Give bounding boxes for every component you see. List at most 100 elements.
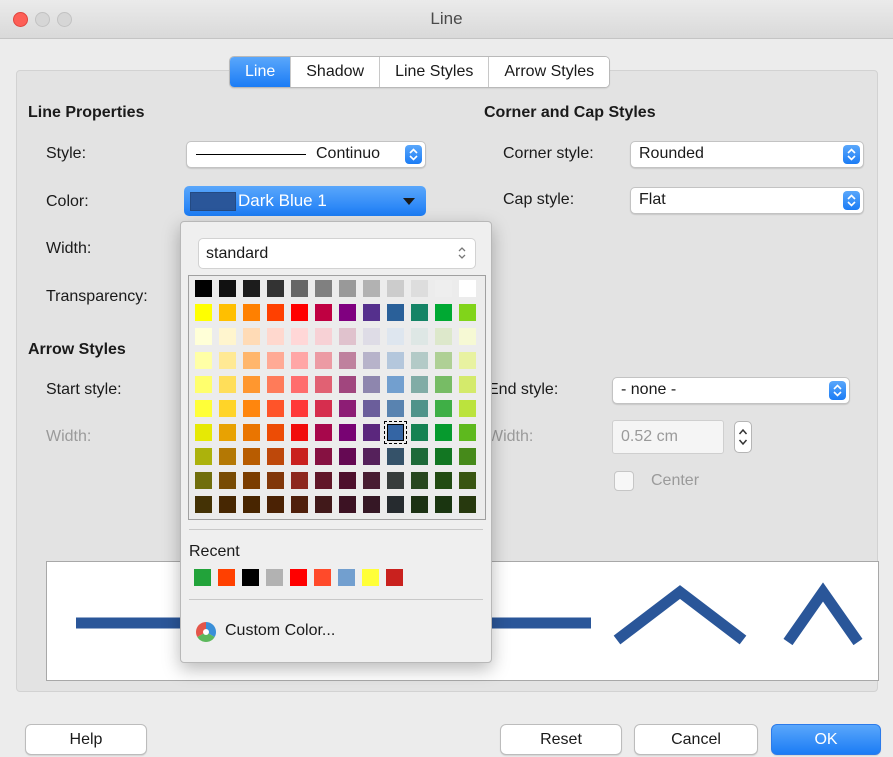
color-swatch-cell[interactable] (459, 304, 476, 321)
color-swatch-cell[interactable] (339, 352, 356, 369)
color-swatch-cell[interactable] (315, 472, 332, 489)
color-swatch-cell[interactable] (219, 328, 236, 345)
color-swatch-cell[interactable] (339, 496, 356, 513)
tab-line-styles[interactable]: Line Styles (380, 57, 490, 87)
color-swatch-cell[interactable] (339, 424, 356, 441)
color-swatch-cell[interactable] (315, 280, 332, 297)
reset-button[interactable]: Reset (500, 724, 622, 755)
color-swatch-cell[interactable] (363, 448, 380, 465)
color-swatch-cell[interactable] (339, 472, 356, 489)
color-swatch-cell[interactable] (339, 328, 356, 345)
color-swatch-cell[interactable] (435, 400, 452, 417)
recent-color-swatch[interactable] (290, 569, 307, 586)
center-checkbox[interactable] (614, 471, 634, 491)
color-swatch-cell[interactable] (267, 496, 284, 513)
color-swatch-cell[interactable] (459, 448, 476, 465)
color-swatch-cell[interactable] (339, 304, 356, 321)
color-swatch-cell[interactable] (435, 280, 452, 297)
color-swatch-cell[interactable] (459, 424, 476, 441)
color-swatch-cell[interactable] (243, 448, 260, 465)
color-swatch-cell[interactable] (363, 424, 380, 441)
color-swatch-cell[interactable] (411, 472, 428, 489)
color-swatch-cell[interactable] (315, 448, 332, 465)
color-swatch-cell[interactable] (459, 328, 476, 345)
color-swatch-cell[interactable] (315, 328, 332, 345)
color-swatch-cell[interactable] (363, 280, 380, 297)
tab-shadow[interactable]: Shadow (291, 57, 381, 87)
help-button[interactable]: Help (25, 724, 147, 755)
color-swatch-cell[interactable] (315, 304, 332, 321)
color-swatch-cell[interactable] (411, 304, 428, 321)
ok-button[interactable]: OK (771, 724, 881, 755)
color-swatch-cell[interactable] (219, 400, 236, 417)
corner-style-select[interactable]: Rounded (630, 141, 864, 168)
color-swatch-cell[interactable] (363, 472, 380, 489)
color-swatch-cell[interactable] (219, 376, 236, 393)
color-swatch-cell[interactable] (387, 448, 404, 465)
color-swatch-cell[interactable] (363, 496, 380, 513)
recent-color-swatch[interactable] (338, 569, 355, 586)
color-swatch-cell[interactable] (291, 496, 308, 513)
color-swatch-cell[interactable] (387, 472, 404, 489)
color-swatch-cell[interactable] (387, 400, 404, 417)
recent-color-swatch[interactable] (242, 569, 259, 586)
color-swatch-cell[interactable] (387, 352, 404, 369)
color-swatch-cell[interactable] (267, 448, 284, 465)
style-select[interactable]: Continuo (186, 141, 426, 168)
color-swatch-cell[interactable] (219, 280, 236, 297)
end-style-select[interactable]: - none - (612, 377, 850, 404)
color-swatch-cell[interactable] (315, 424, 332, 441)
color-swatch-cell[interactable] (291, 304, 308, 321)
color-swatch-cell[interactable] (243, 424, 260, 441)
color-swatch-cell[interactable] (459, 280, 476, 297)
color-swatch-cell[interactable] (243, 304, 260, 321)
color-swatch-cell[interactable] (411, 328, 428, 345)
color-swatch-cell[interactable] (195, 424, 212, 441)
color-swatch-cell[interactable] (219, 472, 236, 489)
palette-select[interactable]: standard (198, 238, 476, 269)
color-swatch-cell[interactable] (411, 424, 428, 441)
recent-color-swatch[interactable] (314, 569, 331, 586)
color-swatch-cell[interactable] (219, 424, 236, 441)
color-swatch-cell[interactable] (339, 376, 356, 393)
color-swatch-cell[interactable] (291, 280, 308, 297)
recent-color-swatch[interactable] (386, 569, 403, 586)
recent-color-swatch[interactable] (194, 569, 211, 586)
color-swatch-cell[interactable] (387, 496, 404, 513)
color-swatch-cell[interactable] (315, 376, 332, 393)
color-swatch-cell[interactable] (315, 496, 332, 513)
color-swatch-cell[interactable] (459, 496, 476, 513)
color-swatch-cell[interactable] (291, 472, 308, 489)
color-swatch-cell[interactable] (339, 400, 356, 417)
color-swatch-cell[interactable] (339, 280, 356, 297)
color-swatch-cell[interactable] (363, 400, 380, 417)
color-swatch-cell[interactable] (435, 448, 452, 465)
color-swatch-cell[interactable] (195, 472, 212, 489)
color-swatch-cell[interactable] (435, 328, 452, 345)
color-swatch-cell[interactable] (459, 352, 476, 369)
color-swatch-cell[interactable] (267, 280, 284, 297)
color-swatch-cell[interactable] (195, 376, 212, 393)
color-swatch-cell[interactable] (384, 421, 407, 444)
color-swatch-cell[interactable] (291, 424, 308, 441)
color-swatch-cell[interactable] (267, 352, 284, 369)
tab-arrow-styles[interactable]: Arrow Styles (489, 57, 610, 87)
color-swatch-cell[interactable] (243, 280, 260, 297)
color-swatch-cell[interactable] (459, 472, 476, 489)
color-swatch-cell[interactable] (219, 304, 236, 321)
color-swatch-cell[interactable] (243, 352, 260, 369)
color-swatch-cell[interactable] (387, 304, 404, 321)
color-swatch-cell[interactable] (459, 376, 476, 393)
color-swatch-cell[interactable] (267, 376, 284, 393)
color-swatch-cell[interactable] (219, 448, 236, 465)
tab-line[interactable]: Line (230, 57, 292, 87)
color-swatch-cell[interactable] (195, 328, 212, 345)
color-swatch-cell[interactable] (243, 400, 260, 417)
color-swatch-cell[interactable] (435, 424, 452, 441)
color-swatch-cell[interactable] (291, 448, 308, 465)
color-swatch-cell[interactable] (411, 496, 428, 513)
color-swatch-cell[interactable] (411, 400, 428, 417)
color-swatch-cell[interactable] (291, 376, 308, 393)
color-swatch-cell[interactable] (315, 352, 332, 369)
color-swatch-cell[interactable] (291, 352, 308, 369)
